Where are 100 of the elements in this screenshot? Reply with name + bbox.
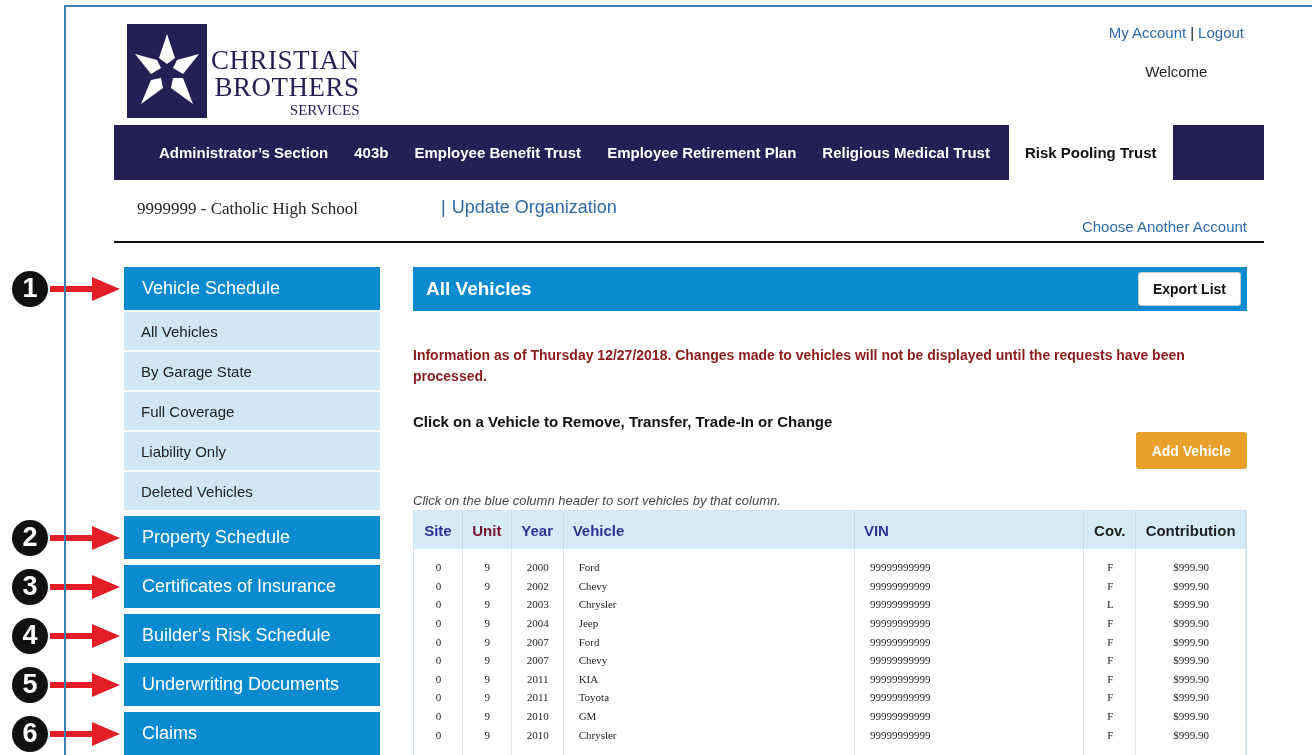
table-cell: 9 bbox=[484, 561, 491, 574]
sidebar-section[interactable]: Claims bbox=[124, 712, 380, 755]
table-cell: 9 bbox=[484, 728, 491, 741]
table-cell: Ford bbox=[578, 635, 600, 648]
callout-number: 4 bbox=[12, 617, 48, 654]
column-header: Contribution bbox=[1136, 511, 1246, 549]
table-cell: 0 bbox=[435, 728, 442, 741]
page-title: All Vehicles bbox=[426, 278, 532, 300]
nav-tab[interactable]: Administrator’s Section bbox=[146, 125, 342, 180]
table-cell: 2003 bbox=[526, 598, 549, 611]
organization-name: 9999999 - Catholic High School bbox=[137, 199, 359, 219]
callout-number: 5 bbox=[12, 666, 48, 703]
pointer-arrow bbox=[50, 574, 120, 599]
table-cell: Chrysler bbox=[578, 598, 617, 611]
sidebar-item[interactable]: Deleted Vehicles bbox=[124, 470, 380, 510]
table-cell: 0 bbox=[435, 617, 442, 630]
table-cell: F bbox=[1107, 561, 1114, 574]
table-cell: 9 bbox=[484, 710, 491, 723]
column-header[interactable]: Unit bbox=[462, 511, 512, 549]
nav-tab[interactable]: Employee Benefit Trust bbox=[401, 125, 595, 180]
table-cell: Chrysler bbox=[578, 728, 617, 741]
table-cell: 9 bbox=[484, 672, 491, 685]
table-cell: Jeep bbox=[578, 617, 599, 630]
column-header[interactable]: Year bbox=[511, 511, 564, 549]
table-cell: 99999999999 bbox=[869, 598, 931, 611]
table-cell: 99999999999 bbox=[869, 654, 931, 667]
table-cell: $999.90 bbox=[1173, 710, 1209, 723]
nav-tab[interactable]: Risk Pooling Trust bbox=[1008, 125, 1173, 180]
separator: | bbox=[1190, 24, 1195, 41]
nav-tab[interactable]: 403b bbox=[341, 125, 402, 180]
table-cell: $999.90 bbox=[1173, 579, 1209, 592]
sort-hint: Click on the blue column header to sort vehicles by that column. bbox=[413, 493, 782, 508]
table-cell: F bbox=[1107, 654, 1114, 667]
star-logo-icon bbox=[127, 24, 207, 118]
table-cell: KIA bbox=[578, 672, 599, 685]
separator: | bbox=[441, 197, 446, 218]
table-cell: 9 bbox=[484, 691, 491, 704]
table-cell: L bbox=[1106, 598, 1114, 611]
table-cell: 99999999999 bbox=[869, 710, 931, 723]
callout-number: 6 bbox=[12, 715, 48, 752]
sidebar-section[interactable]: Vehicle Schedule bbox=[124, 267, 380, 310]
table-cell: 2004 bbox=[526, 617, 549, 630]
table-cell: 2000 bbox=[526, 561, 549, 574]
table-cell: 2007 bbox=[526, 635, 549, 648]
nav-tab[interactable]: Religious Medical Trust bbox=[809, 125, 1003, 180]
update-organization-link[interactable]: Update Organization bbox=[451, 197, 617, 218]
table-cell: 99999999999 bbox=[869, 635, 931, 648]
pointer-arrow bbox=[50, 276, 120, 301]
export-list-button[interactable]: Export List bbox=[1137, 272, 1241, 306]
table-cell: 0 bbox=[435, 691, 442, 704]
table-cell: 0 bbox=[435, 654, 442, 667]
logo-text: BROTHERS bbox=[214, 74, 360, 101]
table-cell: 2010 bbox=[526, 728, 549, 741]
sidebar-section[interactable]: Certificates of Insurance bbox=[124, 565, 380, 608]
table-cell: 0 bbox=[435, 561, 442, 574]
table-cell: GM bbox=[578, 710, 597, 723]
choose-account-link[interactable]: Choose Another Account bbox=[1081, 218, 1247, 235]
sidebar-section[interactable]: Builder's Risk Schedule bbox=[124, 614, 380, 657]
table-cell: Chevy bbox=[578, 654, 608, 667]
logo-text: SERVICES bbox=[289, 103, 360, 118]
sidebar-section[interactable]: Property Schedule bbox=[124, 516, 380, 559]
welcome-text: Welcome bbox=[1145, 63, 1208, 80]
sidebar-item[interactable]: All Vehicles bbox=[124, 310, 380, 350]
sidebar-item[interactable]: Liability Only bbox=[124, 430, 380, 470]
table-cell: 99999999999 bbox=[869, 672, 931, 685]
pointer-arrow bbox=[50, 721, 120, 746]
table-cell: 99999999999 bbox=[869, 561, 931, 574]
logout-link[interactable]: Logout bbox=[1198, 24, 1244, 41]
table-cell: 0 bbox=[435, 672, 442, 685]
table-cell: $999.90 bbox=[1173, 691, 1209, 704]
table-cell: 2007 bbox=[526, 654, 549, 667]
sidebar-section[interactable]: Underwriting Documents bbox=[124, 663, 380, 706]
instruction-text: Click on a Vehicle to Remove, Transfer, Trade-In or Change bbox=[413, 413, 834, 430]
table-cell: 9 bbox=[484, 654, 491, 667]
table-cell: 9 bbox=[484, 635, 491, 648]
table-cell: 0 bbox=[435, 579, 442, 592]
table-cell: 9 bbox=[484, 579, 491, 592]
table-cell: 99999999999 bbox=[869, 617, 931, 630]
sidebar-item[interactable]: Full Coverage bbox=[124, 390, 380, 430]
table-cell: 99999999999 bbox=[869, 579, 931, 592]
nav-tab[interactable]: Employee Retirement Plan bbox=[594, 125, 810, 180]
table-cell: 99999999999 bbox=[869, 691, 931, 704]
column-header[interactable]: Site bbox=[414, 511, 463, 549]
column-header: Cov. bbox=[1084, 511, 1137, 549]
my-account-link[interactable]: My Account bbox=[1108, 24, 1187, 41]
table-cell: 0 bbox=[435, 710, 442, 723]
table-cell: 0 bbox=[435, 635, 442, 648]
table-cell: 9 bbox=[484, 598, 491, 611]
table-cell: F bbox=[1107, 691, 1114, 704]
table-cell: F bbox=[1107, 710, 1114, 723]
sidebar-item[interactable]: By Garage State bbox=[124, 350, 380, 390]
info-message: Information as of Thursday 12/27/2018. Changes made to vehicles will not be displayed until the requests have been processed. bbox=[413, 346, 1186, 386]
table-cell: F bbox=[1107, 617, 1114, 630]
table-cell: 2011 bbox=[526, 672, 549, 685]
table-cell: $999.90 bbox=[1173, 598, 1209, 611]
table-cell: $999.90 bbox=[1173, 654, 1209, 667]
logo-text: CHRISTIAN bbox=[211, 47, 360, 74]
table-cell: $999.90 bbox=[1173, 635, 1209, 648]
column-header[interactable]: VIN bbox=[854, 511, 1085, 549]
column-header[interactable]: Vehicle bbox=[563, 511, 855, 549]
